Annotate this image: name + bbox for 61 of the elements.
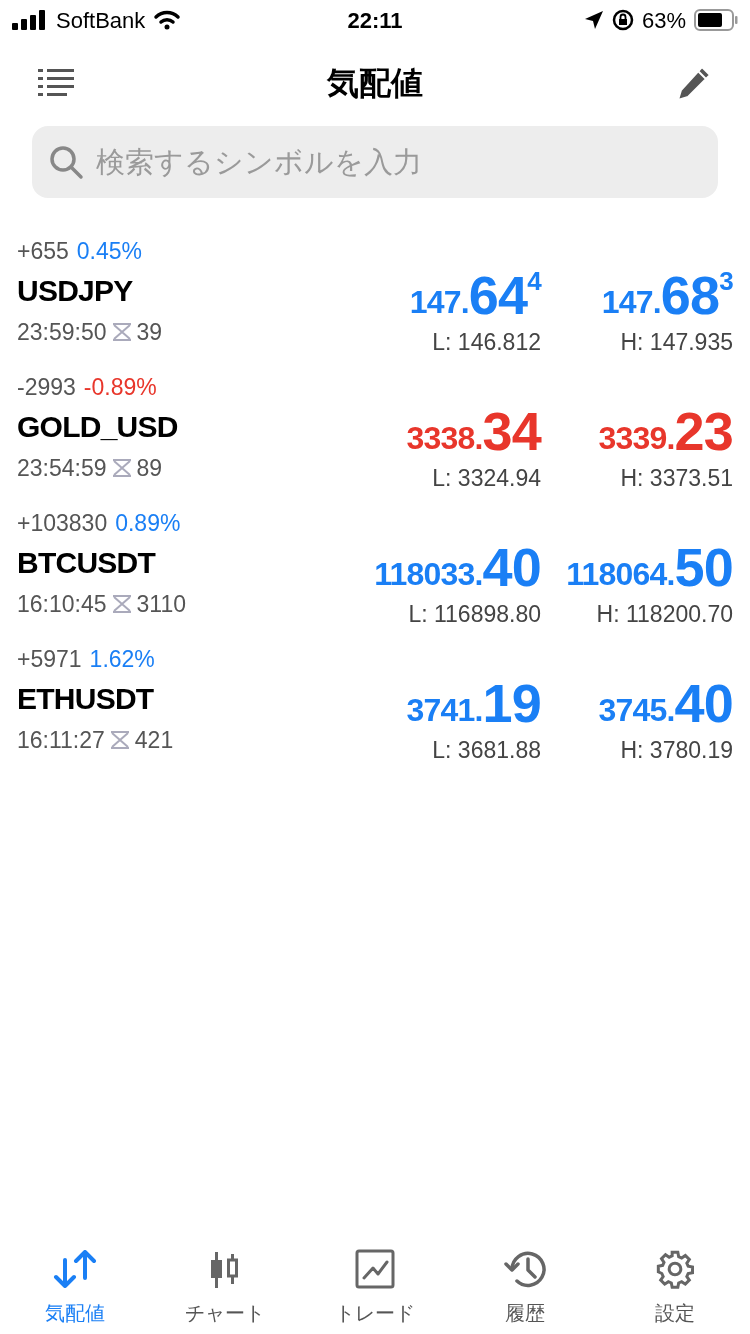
settings-icon <box>655 1249 695 1289</box>
price: 118033.40 <box>374 540 541 594</box>
change-percent: -0.89% <box>83 373 157 402</box>
search-field[interactable]: 検索するシンボルを入力 <box>32 126 718 198</box>
wifi-icon <box>153 10 182 30</box>
candlestick-icon <box>209 1250 241 1288</box>
spread-icon <box>110 458 133 478</box>
change-points: -2993 <box>17 373 76 402</box>
quote-time: 23:59:50 <box>17 318 107 347</box>
high-price: H: 118200.70 <box>596 600 733 628</box>
spread-value: 39 <box>136 318 163 347</box>
high-price: H: 3373.51 <box>620 464 733 492</box>
low-price: L: 146.812 <box>432 328 541 356</box>
quote-time: 16:11:27 <box>17 726 105 755</box>
change-percent: 0.45% <box>76 237 143 266</box>
tab[interactable]: トレード <box>300 1242 450 1334</box>
tab[interactable]: 気配値 <box>0 1242 150 1334</box>
price: 3338.34 <box>406 404 541 458</box>
battery-icon <box>694 9 738 31</box>
low-price: L: 116898.80 <box>408 600 541 628</box>
change-percent: 1.62% <box>89 645 155 674</box>
symbol-name[interactable]: GOLD_USD <box>17 402 178 452</box>
page-title: 気配値 <box>327 64 423 103</box>
signal-icon <box>12 10 48 30</box>
spread-value: 3110 <box>136 590 186 619</box>
price: 3741.19 <box>406 676 541 730</box>
price: 3339.23 <box>598 404 733 458</box>
up-down-arrows-icon <box>53 1250 97 1288</box>
change-points: +5971 <box>17 645 82 674</box>
price: 118064.50 <box>566 540 733 594</box>
carrier-name: SoftBank <box>56 6 146 35</box>
price: 3745.40 <box>598 676 733 730</box>
tab[interactable]: 設定 <box>600 1242 750 1334</box>
spread-icon <box>110 322 133 342</box>
change-percent: 0.89% <box>115 509 181 538</box>
clock: 22:11 <box>347 6 403 35</box>
pencil-icon[interactable] <box>676 65 712 101</box>
spread-icon <box>108 730 131 750</box>
symbol-name[interactable]: ETHUSDT <box>17 674 154 724</box>
tab[interactable]: 履歴 <box>450 1242 600 1334</box>
low-price: L: 3324.94 <box>432 464 541 492</box>
history-icon <box>503 1249 547 1289</box>
quote-time: 23:54:59 <box>17 454 107 483</box>
low-price: L: 3681.88 <box>432 736 541 764</box>
battery-percent: 63% <box>641 6 686 35</box>
search-icon <box>48 144 84 180</box>
symbol-name[interactable]: USDJPY <box>17 266 133 316</box>
rotation-lock-icon <box>611 9 634 31</box>
list-icon[interactable] <box>38 68 74 98</box>
spread-value: 89 <box>136 454 163 483</box>
spread-icon <box>110 594 133 614</box>
quote-time: 16:10:45 <box>17 590 107 619</box>
tab[interactable]: チャート <box>150 1242 300 1334</box>
high-price: H: 3780.19 <box>620 736 733 764</box>
line-chart-icon <box>355 1249 395 1289</box>
symbol-name[interactable]: BTCUSDT <box>17 538 156 588</box>
change-points: +103830 <box>17 509 108 538</box>
spread-value: 421 <box>134 726 174 755</box>
change-points: +655 <box>17 237 69 266</box>
location-arrow-icon <box>583 10 604 30</box>
high-price: H: 147.935 <box>620 328 733 356</box>
